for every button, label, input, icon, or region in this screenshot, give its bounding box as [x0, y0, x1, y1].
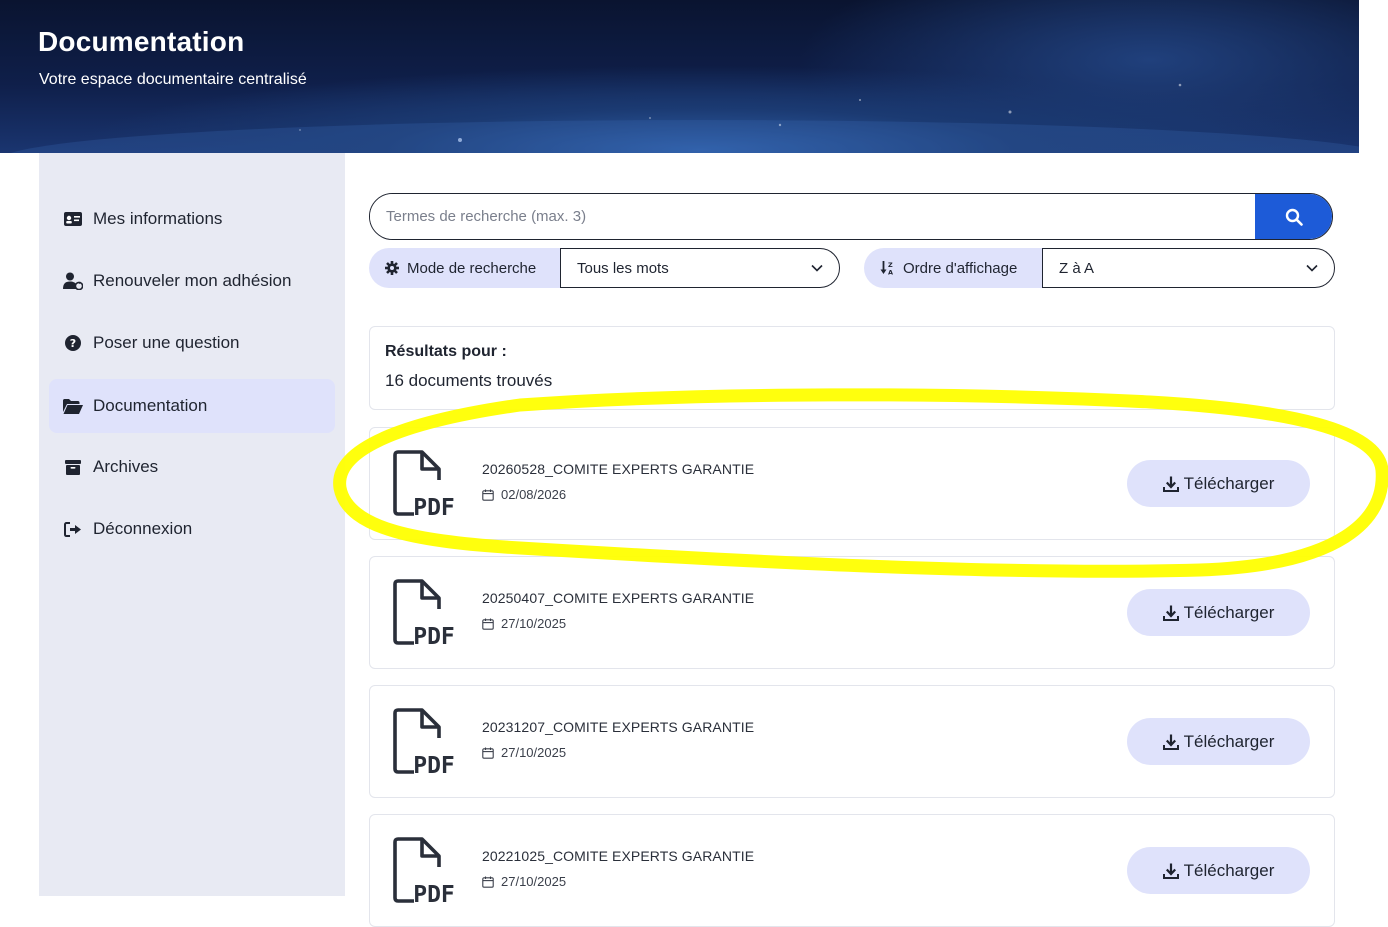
pdf-file-icon: PDF [393, 450, 455, 518]
calendar-icon [482, 747, 494, 759]
sidebar-item-label: Renouveler mon adhésion [93, 271, 292, 290]
sort-icon: ZA [880, 261, 895, 275]
sidebar-item-label: Poser une question [93, 333, 240, 352]
chevron-down-icon [811, 264, 823, 272]
search-input[interactable] [370, 194, 1255, 239]
sidebar-item-label: Documentation [93, 396, 208, 415]
download-button[interactable]: Télécharger [1127, 589, 1310, 636]
document-name: 20221025_COMITE EXPERTS GARANTIE [482, 848, 755, 864]
sidebar-item-documentation[interactable]: Documentation [49, 379, 335, 433]
document-name: 20260528_COMITE EXPERTS GARANTIE [482, 461, 755, 477]
svg-text:A: A [888, 269, 893, 276]
download-icon [1162, 863, 1179, 879]
display-order-label: ZA Ordre d'affichage [864, 248, 1042, 288]
sidebar-item-poser-question[interactable]: ? Poser une question [49, 316, 335, 370]
search-mode-filter: Mode de recherche Tous les mots [369, 248, 840, 288]
document-date: 27/10/2025 [482, 874, 566, 889]
download-label: Télécharger [1183, 473, 1275, 493]
document-date: 02/08/2026 [482, 487, 566, 502]
sidebar-item-archives[interactable]: Archives [49, 440, 335, 494]
calendar-icon [482, 876, 494, 888]
user-refresh-icon [63, 271, 83, 291]
svg-text:PDF: PDF [413, 624, 455, 647]
pdf-file-icon: PDF [393, 579, 455, 647]
document-card: PDF 20260528_COMITE EXPERTS GARANTIE 02/… [369, 427, 1335, 540]
pdf-file-icon: PDF [393, 837, 455, 905]
download-label: Télécharger [1183, 731, 1275, 751]
document-name: 20231207_COMITE EXPERTS GARANTIE [482, 719, 755, 735]
pdf-file-icon: PDF [393, 708, 455, 776]
download-icon [1162, 605, 1179, 621]
chevron-down-icon [1306, 264, 1318, 272]
question-circle-icon: ? [63, 333, 83, 353]
display-order-filter: ZA Ordre d'affichage Z à A [864, 248, 1335, 288]
download-button[interactable]: Télécharger [1127, 460, 1310, 507]
document-date: 27/10/2025 [482, 616, 566, 631]
document-date-text: 27/10/2025 [501, 874, 567, 889]
svg-text:PDF: PDF [413, 753, 455, 776]
display-order-select[interactable]: Z à A [1042, 248, 1335, 288]
download-button[interactable]: Télécharger [1127, 718, 1310, 765]
download-icon [1162, 734, 1179, 750]
document-name: 20250407_COMITE EXPERTS GARANTIE [482, 590, 755, 606]
search-mode-select[interactable]: Tous les mots [560, 248, 840, 288]
svg-text:PDF: PDF [413, 495, 455, 518]
document-date-text: 27/10/2025 [501, 616, 567, 631]
search-bar [369, 193, 1333, 240]
id-card-icon [63, 209, 83, 229]
results-summary: Résultats pour : 16 documents trouvés [369, 326, 1335, 410]
display-order-value: Z à A [1059, 259, 1095, 277]
document-date-text: 27/10/2025 [501, 745, 567, 760]
search-mode-text: Mode de recherche [407, 259, 537, 277]
results-title: Résultats pour : [385, 343, 507, 360]
sidebar-item-label: Déconnexion [93, 519, 193, 538]
results-count: 16 documents trouvés [385, 371, 553, 390]
search-mode-value: Tous les mots [577, 259, 669, 277]
folder-open-icon [63, 396, 83, 416]
search-icon [1285, 208, 1303, 226]
svg-text:?: ? [70, 337, 76, 350]
sidebar: Mes informations Renouveler mon adhésion… [39, 153, 345, 896]
download-button[interactable]: Télécharger [1127, 847, 1310, 894]
gear-icon [385, 261, 399, 275]
document-date-text: 02/08/2026 [501, 487, 567, 502]
sign-out-icon [63, 519, 83, 539]
sidebar-item-renouveler[interactable]: Renouveler mon adhésion [49, 254, 335, 308]
document-date: 27/10/2025 [482, 745, 566, 760]
archive-box-icon [63, 457, 83, 477]
search-mode-label: Mode de recherche [369, 248, 560, 288]
page-subtitle: Votre espace documentaire centralisé [39, 71, 307, 88]
document-card: PDF 20221025_COMITE EXPERTS GARANTIE 27/… [369, 814, 1335, 927]
svg-text:PDF: PDF [413, 882, 455, 905]
sidebar-item-mes-informations[interactable]: Mes informations [49, 192, 335, 246]
header-banner: Documentation Votre espace documentaire … [0, 0, 1359, 153]
search-button[interactable] [1255, 194, 1332, 239]
download-label: Télécharger [1183, 860, 1275, 880]
document-card: PDF 20231207_COMITE EXPERTS GARANTIE 27/… [369, 685, 1335, 798]
download-icon [1162, 476, 1179, 492]
download-label: Télécharger [1183, 602, 1275, 622]
calendar-icon [482, 618, 494, 630]
display-order-text: Ordre d'affichage [903, 259, 1018, 277]
document-card: PDF 20250407_COMITE EXPERTS GARANTIE 27/… [369, 556, 1335, 669]
sidebar-item-label: Mes informations [93, 209, 223, 228]
sidebar-item-deconnexion[interactable]: Déconnexion [49, 502, 335, 556]
calendar-icon [482, 489, 494, 501]
page-title: Documentation [38, 26, 245, 57]
sidebar-item-label: Archives [93, 457, 159, 476]
